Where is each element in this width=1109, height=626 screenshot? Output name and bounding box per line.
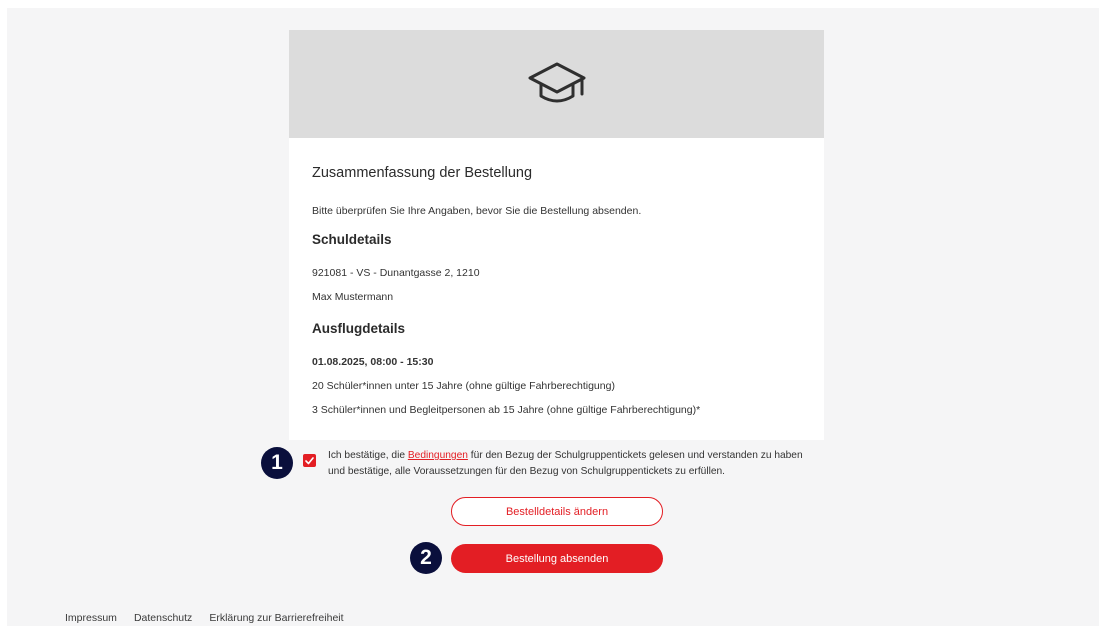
card-body: Zusammenfassung der Bestellung Bitte übe… [289,138,824,416]
summary-title: Zusammenfassung der Bestellung [312,165,533,181]
school-contact-name: Max Mustermann [312,291,394,303]
checkmark-icon [305,456,314,464]
trip-date: 01.08.2025, 08:00 - 15:30 [312,356,434,368]
step-badge-2: 2 [410,542,442,574]
trip-students-over-15: 3 Schüler*innen und Begleitpersonen ab 1… [312,404,701,416]
consent-row: 1 Ich bestätige, die Bedingungen für den… [261,446,821,486]
footer-link-barrierefreiheit[interactable]: Erklärung zur Barrierefreiheit [209,612,343,624]
school-details-heading: Schuldetails [312,232,392,247]
consent-text-before: Ich bestätige, die [328,450,408,461]
order-summary-card: Zusammenfassung der Bestellung Bitte übe… [289,30,824,440]
footer-link-impressum[interactable]: Impressum [65,612,117,624]
conditions-link[interactable]: Bedingungen [408,450,468,461]
footer: Impressum Datenschutz Erklärung zur Barr… [65,612,344,624]
trip-details-heading: Ausflugdetails [312,321,406,336]
consent-checkbox[interactable] [303,454,316,467]
submit-order-button[interactable]: Bestellung absenden [451,544,663,573]
summary-intro: Bitte überprüfen Sie Ihre Angaben, bevor… [312,205,642,217]
graduation-cap-icon [527,60,587,108]
school-id-address: 921081 - VS - Dunantgasse 2, 1210 [312,267,480,279]
step-badge-1: 1 [261,447,293,479]
card-hero [289,30,824,138]
consent-text: Ich bestätige, die Bedingungen für den B… [328,448,818,480]
trip-students-under-15: 20 Schüler*innen unter 15 Jahre (ohne gü… [312,380,615,392]
change-order-details-button[interactable]: Bestelldetails ändern [451,497,663,526]
footer-link-datenschutz[interactable]: Datenschutz [134,612,192,624]
